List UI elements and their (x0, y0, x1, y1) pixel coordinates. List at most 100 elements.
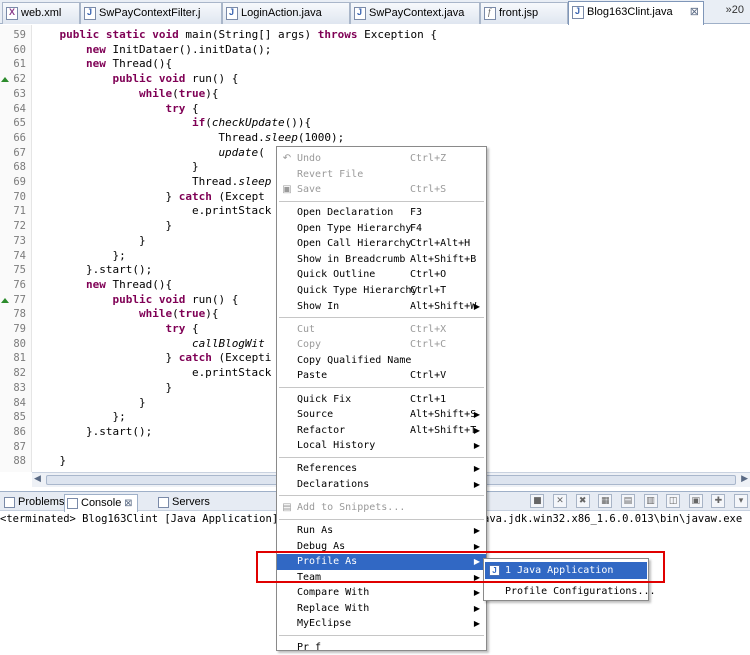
console-tab-console[interactable]: Console ⊠ (64, 494, 138, 512)
editor-tab[interactable]: Blog163Clint.java ⊠ (568, 1, 704, 25)
code-line: if(checkUpdate()){ (191, 116, 312, 130)
clear-console-icon[interactable]: ▦ (598, 494, 613, 508)
remove-launch-icon[interactable]: ✕ (553, 494, 567, 508)
menu-item-cut: Cut Ctrl+X (277, 322, 486, 338)
editor-tab[interactable]: LoginAction.java (222, 2, 350, 24)
menu-item-shortcut: Alt+Shift+W (410, 300, 477, 312)
menu-item-open-type-hierarchy[interactable]: Open Type Hierarchy F4 (277, 221, 486, 237)
menu-item-references[interactable]: References ▶ (277, 461, 486, 477)
menu-item-shortcut: Ctrl+C (410, 339, 447, 351)
line-number-text: 82 (13, 367, 26, 380)
minimize-icon[interactable]: ▾ (734, 494, 748, 508)
menu-item-quick-type-hierarchy[interactable]: Quick Type Hierarchy Ctrl+T (277, 283, 486, 299)
close-icon[interactable]: ⊠ (690, 5, 699, 18)
open-console-icon[interactable]: ✚ (711, 494, 726, 508)
code-line: new Thread(){ (85, 57, 173, 71)
terminate-icon[interactable]: ■ (530, 494, 545, 508)
menu-item-replace-with[interactable]: Replace With ▶ (277, 601, 486, 617)
menu-item-quick-fix[interactable]: Quick Fix Ctrl+1 (277, 392, 486, 408)
menu-item-shortcut: Ctrl+O (410, 269, 447, 281)
line-number-text: 67 (13, 146, 26, 159)
submenu-arrow-icon: ▶ (473, 301, 480, 311)
editor-tab[interactable]: web.xml (2, 2, 80, 24)
line-number-text: 81 (13, 352, 26, 365)
submenu-arrow-icon: ▶ (473, 619, 480, 629)
menu-item-label: Cut (297, 323, 316, 335)
code-line: }; (33, 410, 126, 424)
menu-item-label: Save (297, 184, 322, 196)
menu-item-show-in[interactable]: Show In Alt+Shift+W ▶ (277, 299, 486, 315)
console-status-right: ava.jdk.win32.x86_1.6.0.013\bin\javaw.ex… (483, 513, 750, 525)
code-line: } (33, 395, 146, 409)
menu-item-local-history[interactable]: Local History ▶ (277, 438, 486, 454)
console-tab-problems[interactable]: Problems (2, 494, 68, 512)
console-tab-servers[interactable]: Servers (156, 494, 214, 512)
submenu-arrow-icon: ▶ (473, 526, 480, 536)
menu-item-label: Open Call Hierarchy (297, 238, 412, 250)
menu-item-label: Copy Qualified Name (297, 354, 412, 366)
menu-item-run-as[interactable]: Run As ▶ (277, 523, 486, 539)
annotation-highlight-box (256, 551, 665, 583)
console-toolbar: ■ ✕ ✖ ▦ ▤ ▥ ◫ ▣ ✚ ▾ (528, 494, 748, 510)
line-number-text: 61 (13, 58, 26, 71)
java-file-icon (84, 7, 96, 20)
menu-separator (279, 495, 484, 497)
menu-item-declarations[interactable]: Declarations ▶ (277, 477, 486, 493)
menu-item-label: Compare With (297, 587, 370, 599)
undo-icon: ↶ (282, 153, 292, 164)
menu-item-label: MyEclipse (297, 618, 352, 630)
menu-item-show-in-breadcrumb[interactable]: Show in Breadcrumb Alt+Shift+B (277, 252, 486, 268)
tab-label: Blog163Clint.java (587, 6, 673, 18)
line-number-text: 72 (13, 220, 26, 233)
line-number-ruler: 59 60 61 62 63 64 65 66 67 68 69 70 71 72 73 74 75 76 77 78… (0, 25, 32, 472)
menu-item-myeclipse[interactable]: MyEclipse ▶ (277, 616, 486, 632)
line-number-text: 74 (13, 249, 26, 262)
code-line: } catch (Except (33, 189, 265, 203)
menu-item-label: Open Type Hierarchy (297, 222, 412, 234)
menu-item-label: Quick Fix (297, 393, 352, 405)
tab-overflow-indicator[interactable]: »20 (726, 4, 744, 16)
submenu-item-profile-configurations[interactable]: Profile Configurations... (485, 583, 656, 600)
menu-item-pr-f[interactable]: Pr f (277, 640, 486, 655)
console-tab-label: Problems (18, 496, 65, 508)
pin-console-icon[interactable]: ◫ (666, 494, 681, 508)
menu-item-paste[interactable]: Paste Ctrl+V (277, 368, 486, 384)
code-line: update( (218, 145, 265, 159)
submenu-arrow-icon: ▶ (473, 464, 480, 474)
code-line: callBlogWit (191, 336, 265, 350)
line-number-text: 62 (13, 73, 26, 86)
menu-item-compare-with[interactable]: Compare With ▶ (277, 585, 486, 601)
code-line: while(true){ (138, 307, 219, 321)
display-console-icon[interactable]: ▣ (688, 494, 703, 508)
remove-all-icon[interactable]: ✖ (575, 494, 590, 508)
line-number-text: 69 (13, 176, 26, 188)
editor-tab[interactable]: SwPayContext.java (350, 2, 480, 24)
scroll-right-icon[interactable]: ▶ (741, 474, 748, 484)
word-wrap-icon[interactable]: ▥ (643, 494, 658, 508)
menu-item-label: Source (297, 409, 334, 421)
code-line: }; (33, 248, 126, 262)
menu-item-shortcut: F3 (410, 207, 423, 219)
menu-item-shortcut: Ctrl+T (410, 285, 447, 296)
scroll-lock-icon[interactable]: ▤ (620, 494, 635, 508)
menu-separator (279, 518, 484, 520)
scroll-left-icon[interactable]: ◀ (34, 474, 41, 484)
menu-item-copy-qualified-name[interactable]: Copy Qualified Name (277, 353, 486, 369)
menu-item-shortcut: F4 (410, 222, 423, 234)
menu-item-source[interactable]: Source Alt+Shift+S ▶ (277, 407, 486, 423)
line-number-text: 68 (13, 161, 26, 174)
menu-item-open-call-hierarchy[interactable]: Open Call Hierarchy Ctrl+Alt+H (277, 236, 486, 252)
menu-item-label: Copy (297, 339, 322, 351)
java-file-icon (354, 7, 366, 20)
code-line: try { (165, 322, 199, 335)
submenu-arrow-icon: ▶ (473, 410, 480, 420)
menu-item-shortcut: Alt+Shift+S (410, 409, 477, 421)
editor-tab[interactable]: SwPayContextFilter.j (80, 2, 222, 24)
menu-item-label: Quick Type Hierarchy (297, 285, 418, 296)
editor-tab[interactable]: front.jsp (480, 2, 568, 24)
menu-item-refactor[interactable]: Refactor Alt+Shift+T ▶ (277, 423, 486, 439)
close-icon[interactable]: ⊠ (121, 498, 132, 509)
console-icon (67, 498, 78, 509)
menu-item-quick-outline[interactable]: Quick Outline Ctrl+O (277, 267, 486, 283)
menu-item-open-declaration[interactable]: Open Declaration F3 (277, 205, 486, 221)
